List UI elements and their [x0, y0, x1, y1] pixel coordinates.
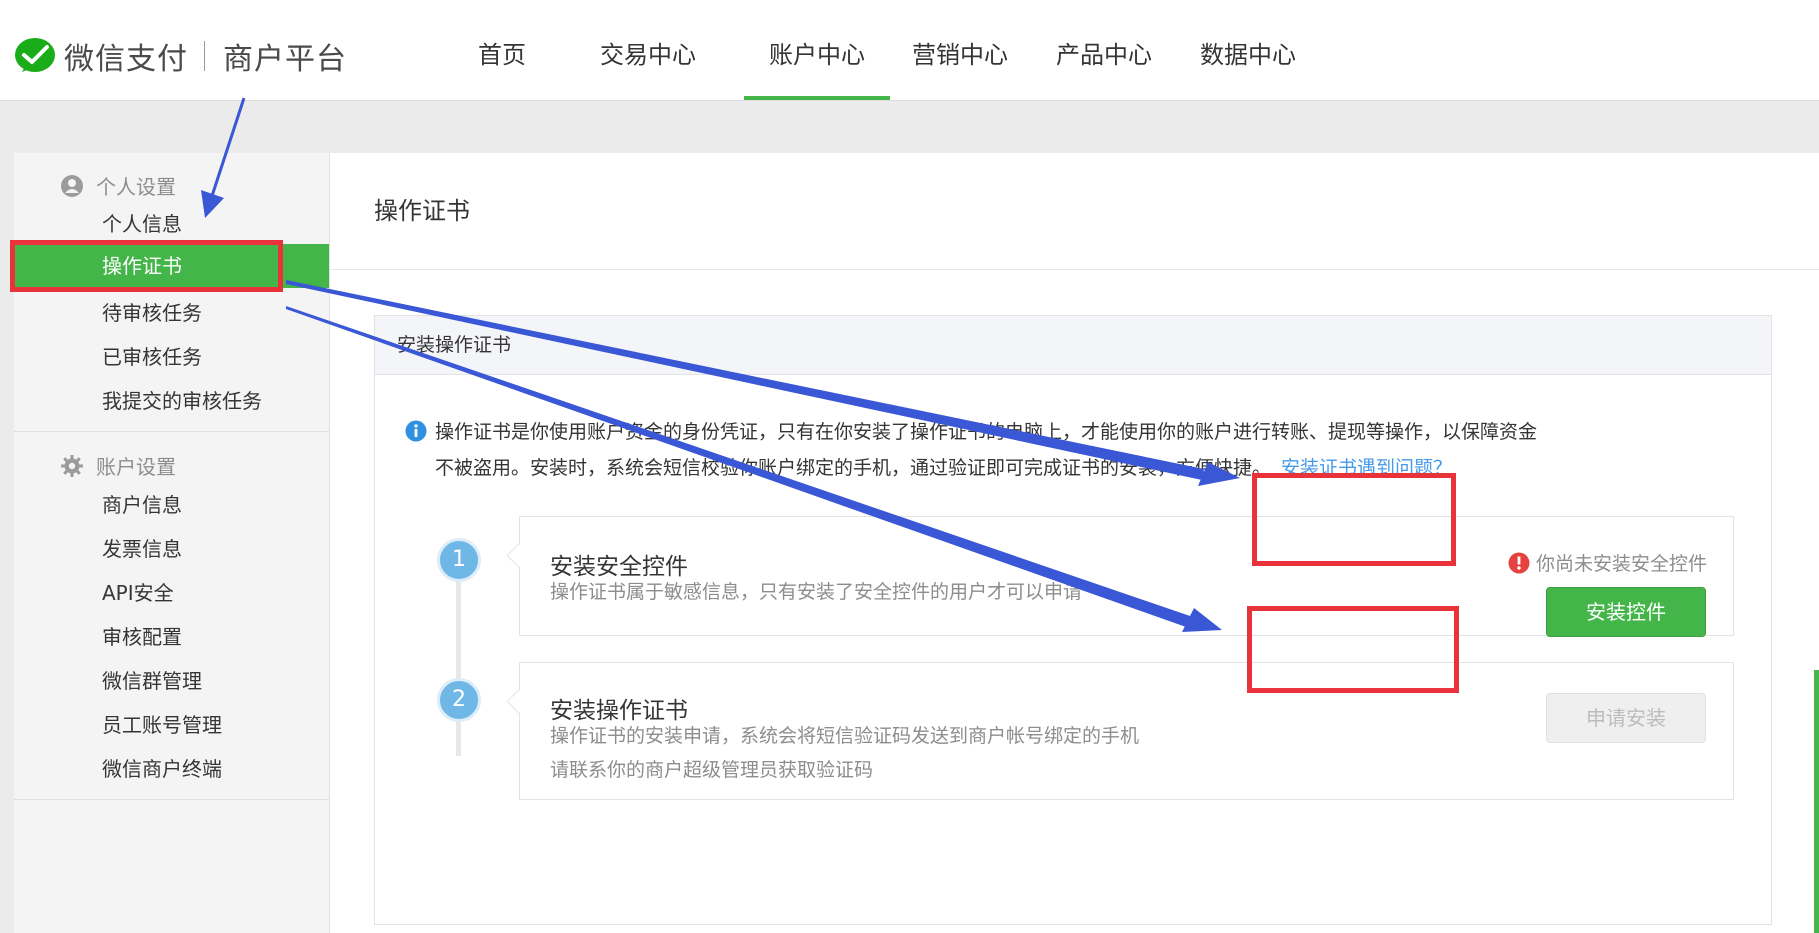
sidebar-item-personal-info[interactable]: 个人信息 [14, 204, 329, 244]
edge-green-bar [1814, 670, 1819, 933]
sidebar-group-label: 个人设置 [96, 175, 176, 199]
gear-icon [61, 454, 83, 477]
warning-text: 你尚未安装安全控件 [1535, 553, 1707, 575]
title-divider [330, 269, 1819, 270]
control-warning: 你尚未安装安全控件 [1508, 549, 1707, 576]
step-1-card: 安装安全控件 操作证书属于敏感信息，只有安装了安全控件的用户才可以申请 你尚未安… [519, 516, 1734, 637]
step-2-desc-2: 请联系你的商户超级管理员获取验证码 [550, 759, 874, 781]
step-2-desc-1: 操作证书的安装申请，系统会将短信验证码发送到商户帐号绑定的手机 [550, 725, 1140, 747]
annotation-box-apply-install [1247, 606, 1459, 693]
brand-separator [204, 41, 205, 71]
nav-home[interactable]: 首页 [470, 0, 534, 100]
sidebar-group-personal: 个人设置 [60, 171, 176, 200]
nav-account-center[interactable]: 账户中心 [744, 0, 890, 100]
platform-name: 商户平台 [223, 42, 347, 77]
intro-line-2: 不被盗用。安装时，系统会短信校验你账户绑定的手机，通过验证即可完成证书的安装，方… [435, 450, 1735, 486]
intro-line-2-text: 不被盗用。安装时，系统会短信校验你账户绑定的手机，通过验证即可完成证书的安装，方… [435, 457, 1272, 479]
user-icon [61, 174, 83, 197]
nav-marketing[interactable]: 营销中心 [912, 0, 1008, 100]
annotation-box-install-control [1252, 473, 1456, 566]
top-header: 微信支付 商户平台 首页 交易中心 账户中心 营销中心 产品中心 数据中心 [0, 0, 1819, 101]
wechat-pay-icon [15, 38, 55, 72]
info-icon [405, 420, 427, 442]
sidebar-group-account: 账户设置 [60, 451, 176, 480]
page-title: 操作证书 [374, 197, 470, 225]
intro-text: 操作证书是你使用账户资金的身份凭证，只有在你安装了操作证书的电脑上，才能使用你的… [405, 414, 1735, 486]
apply-install-button[interactable]: 申请安装 [1546, 693, 1706, 743]
install-control-button[interactable]: 安装控件 [1546, 587, 1706, 637]
sidebar-item-wechat-group[interactable]: 微信群管理 [14, 661, 329, 701]
warning-icon [1508, 552, 1530, 573]
main-nav: 首页 交易中心 账户中心 营销中心 产品中心 数据中心 [470, 0, 1296, 100]
nav-products[interactable]: 产品中心 [1056, 0, 1152, 100]
step-2-card: 安装操作证书 操作证书的安装申请，系统会将短信验证码发送到商户帐号绑定的手机 请… [519, 662, 1734, 800]
sidebar-item-staff-accounts[interactable]: 员工账号管理 [14, 705, 329, 745]
sidebar-item-review-config[interactable]: 审核配置 [14, 617, 329, 657]
install-certificate-panel: 安装操作证书 操作证书是你使用账户资金的身份凭证，只有在你安装了操作证书的电脑上… [374, 315, 1772, 925]
brand-name: 微信支付 [64, 42, 188, 77]
sidebar-item-api-security[interactable]: API安全 [14, 573, 329, 613]
step-1-number: 1 [437, 538, 481, 582]
sidebar-item-merchant-terminal[interactable]: 微信商户终端 [14, 749, 329, 789]
brand-logo[interactable]: 微信支付 商户平台 [14, 34, 347, 78]
annotation-box-sidebar [10, 240, 283, 292]
sidebar-item-pending-review[interactable]: 待审核任务 [14, 293, 329, 333]
sidebar-item-merchant-info[interactable]: 商户信息 [14, 485, 329, 525]
nav-data[interactable]: 数据中心 [1200, 0, 1296, 100]
sidebar-item-reviewed[interactable]: 已审核任务 [14, 337, 329, 377]
nav-transactions[interactable]: 交易中心 [600, 0, 696, 100]
main-content: 操作证书 安装操作证书 操作证书是你使用账户资金的身份凭证，只有在你安装了操作证… [330, 153, 1819, 933]
sidebar-item-invoice-info[interactable]: 发票信息 [14, 529, 329, 569]
sidebar-group-label: 账户设置 [96, 455, 176, 479]
step-2-number: 2 [437, 678, 481, 722]
sidebar-divider [14, 799, 329, 800]
step-1-desc: 操作证书属于敏感信息，只有安装了安全控件的用户才可以申请 [550, 581, 1083, 603]
intro-line-1: 操作证书是你使用账户资金的身份凭证，只有在你安装了操作证书的电脑上，才能使用你的… [435, 421, 1538, 443]
step-timeline [456, 578, 461, 756]
sidebar-item-my-submitted[interactable]: 我提交的审核任务 [14, 381, 329, 421]
panel-title: 安装操作证书 [375, 316, 1771, 375]
sidebar-divider [14, 431, 329, 432]
